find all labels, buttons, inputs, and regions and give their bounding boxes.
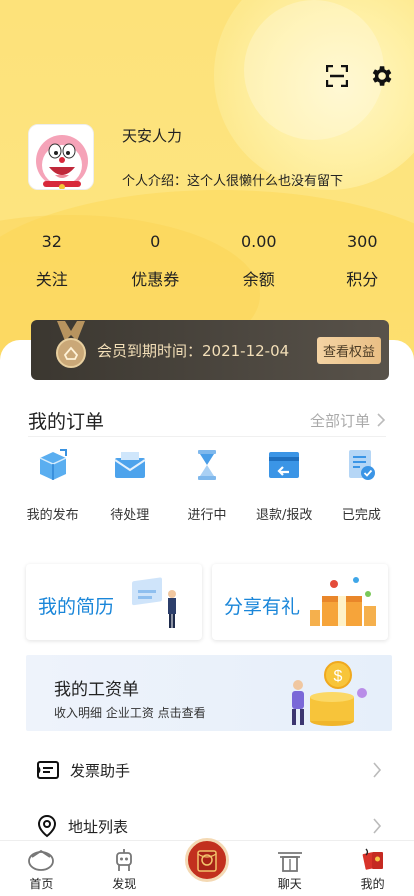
publish-box-icon [36, 448, 70, 482]
hourglass-icon [190, 448, 224, 482]
stat-label: 余额 [242, 270, 275, 289]
profile-intro: 个人介绍：这个人很懒什么也没有留下 [122, 174, 344, 189]
envelope-seal-icon [197, 850, 217, 872]
refund-icon [267, 448, 301, 482]
robot-icon [109, 847, 139, 873]
salary-subtitle: 收入明细 企业工资 点击查看 [54, 706, 206, 720]
vip-expire-text: 会员到期时间：2021-12-04 [97, 341, 290, 360]
resume-illustration-icon [132, 577, 176, 628]
order-pending[interactable]: 待处理 [91, 448, 168, 523]
divider [28, 436, 386, 437]
share-card-title: 分享有礼 [224, 596, 301, 618]
location-pin-icon [37, 814, 57, 838]
stat-value: 0.00 [240, 232, 277, 251]
stat-value: 0 [150, 232, 161, 251]
header-actions [324, 63, 394, 89]
view-benefits-button[interactable]: 查看权益 [316, 336, 381, 364]
order-in-progress[interactable]: 进行中 [168, 448, 245, 523]
settings-gear-icon[interactable] [368, 63, 394, 89]
chevron-right-icon [377, 413, 386, 427]
gate-icon [275, 847, 305, 873]
svg-text:$: $ [334, 668, 343, 685]
chevron-right-icon [373, 762, 382, 778]
tab-mine[interactable]: 我的 [331, 841, 414, 896]
order-refund[interactable]: 退款/报改 [246, 448, 323, 523]
order-label: 待处理 [110, 508, 150, 523]
invoice-icon [37, 761, 59, 779]
orders-title: 我的订单 [28, 410, 105, 433]
order-published[interactable]: 我的发布 [14, 448, 91, 523]
vip-banner[interactable]: 会员到期时间：2021-12-04 查看权益 [31, 320, 389, 380]
tab-label: 我的 [360, 877, 385, 891]
stat-coupons[interactable]: 0 优惠券 [104, 232, 208, 290]
share-card[interactable]: 分享有礼 [212, 564, 388, 640]
medal-icon [51, 321, 91, 369]
coins-illustration-icon: $ [292, 661, 367, 726]
scan-icon[interactable] [324, 63, 350, 89]
avatar[interactable] [28, 124, 94, 190]
gift-illustration-icon [310, 577, 376, 626]
invoice-assistant-row[interactable]: 发票助手 [36, 752, 382, 788]
tab-home[interactable]: 首页 [0, 841, 83, 896]
tab-label: 聊天 [277, 877, 302, 891]
address-label: 地址列表 [68, 817, 129, 836]
done-doc-icon [344, 448, 378, 482]
resume-card[interactable]: 我的简历 [26, 564, 202, 640]
order-label: 退款/报改 [256, 508, 313, 523]
resume-card-title: 我的简历 [38, 596, 115, 618]
center-action-button[interactable] [185, 838, 229, 882]
username: 天安人力 [122, 127, 183, 145]
order-completed[interactable]: 已完成 [323, 448, 400, 523]
stat-balance[interactable]: 0.00 余额 [207, 232, 311, 290]
order-status-row: 我的发布 待处理 进行中 退款/报改 已完成 [14, 448, 400, 523]
chevron-right-icon [373, 818, 382, 834]
home-icon [26, 847, 56, 873]
order-label: 进行中 [187, 508, 227, 523]
salary-banner[interactable]: 我的工资单 收入明细 企业工资 点击查看 $ [26, 655, 392, 731]
feature-cards: 我的简历 分享有礼 [26, 564, 388, 640]
stat-label: 积分 [346, 270, 379, 289]
tab-discover[interactable]: 发现 [83, 841, 166, 896]
stat-label: 关注 [35, 270, 68, 289]
stat-follow[interactable]: 32 关注 [0, 232, 104, 290]
stat-value: 32 [41, 232, 62, 251]
stat-points[interactable]: 300 积分 [311, 232, 414, 290]
tab-label: 发现 [112, 877, 137, 891]
all-orders-link[interactable]: 全部订单 [310, 410, 386, 431]
stats-row: 32 关注 0 优惠券 0.00 余额 300 积分 [0, 232, 414, 290]
all-orders-label: 全部订单 [309, 411, 370, 430]
mail-icon [113, 448, 147, 482]
red-envelope-icon [358, 847, 388, 873]
stat-label: 优惠券 [131, 270, 180, 289]
order-label: 已完成 [341, 508, 381, 523]
orders-header: 我的订单 全部订单 [28, 405, 386, 435]
invoice-label: 发票助手 [70, 761, 131, 780]
tab-chat[interactable]: 聊天 [248, 841, 331, 896]
order-label: 我的发布 [26, 508, 79, 523]
tab-label: 首页 [29, 877, 54, 891]
salary-title: 我的工资单 [54, 680, 139, 700]
stat-value: 300 [346, 232, 378, 251]
